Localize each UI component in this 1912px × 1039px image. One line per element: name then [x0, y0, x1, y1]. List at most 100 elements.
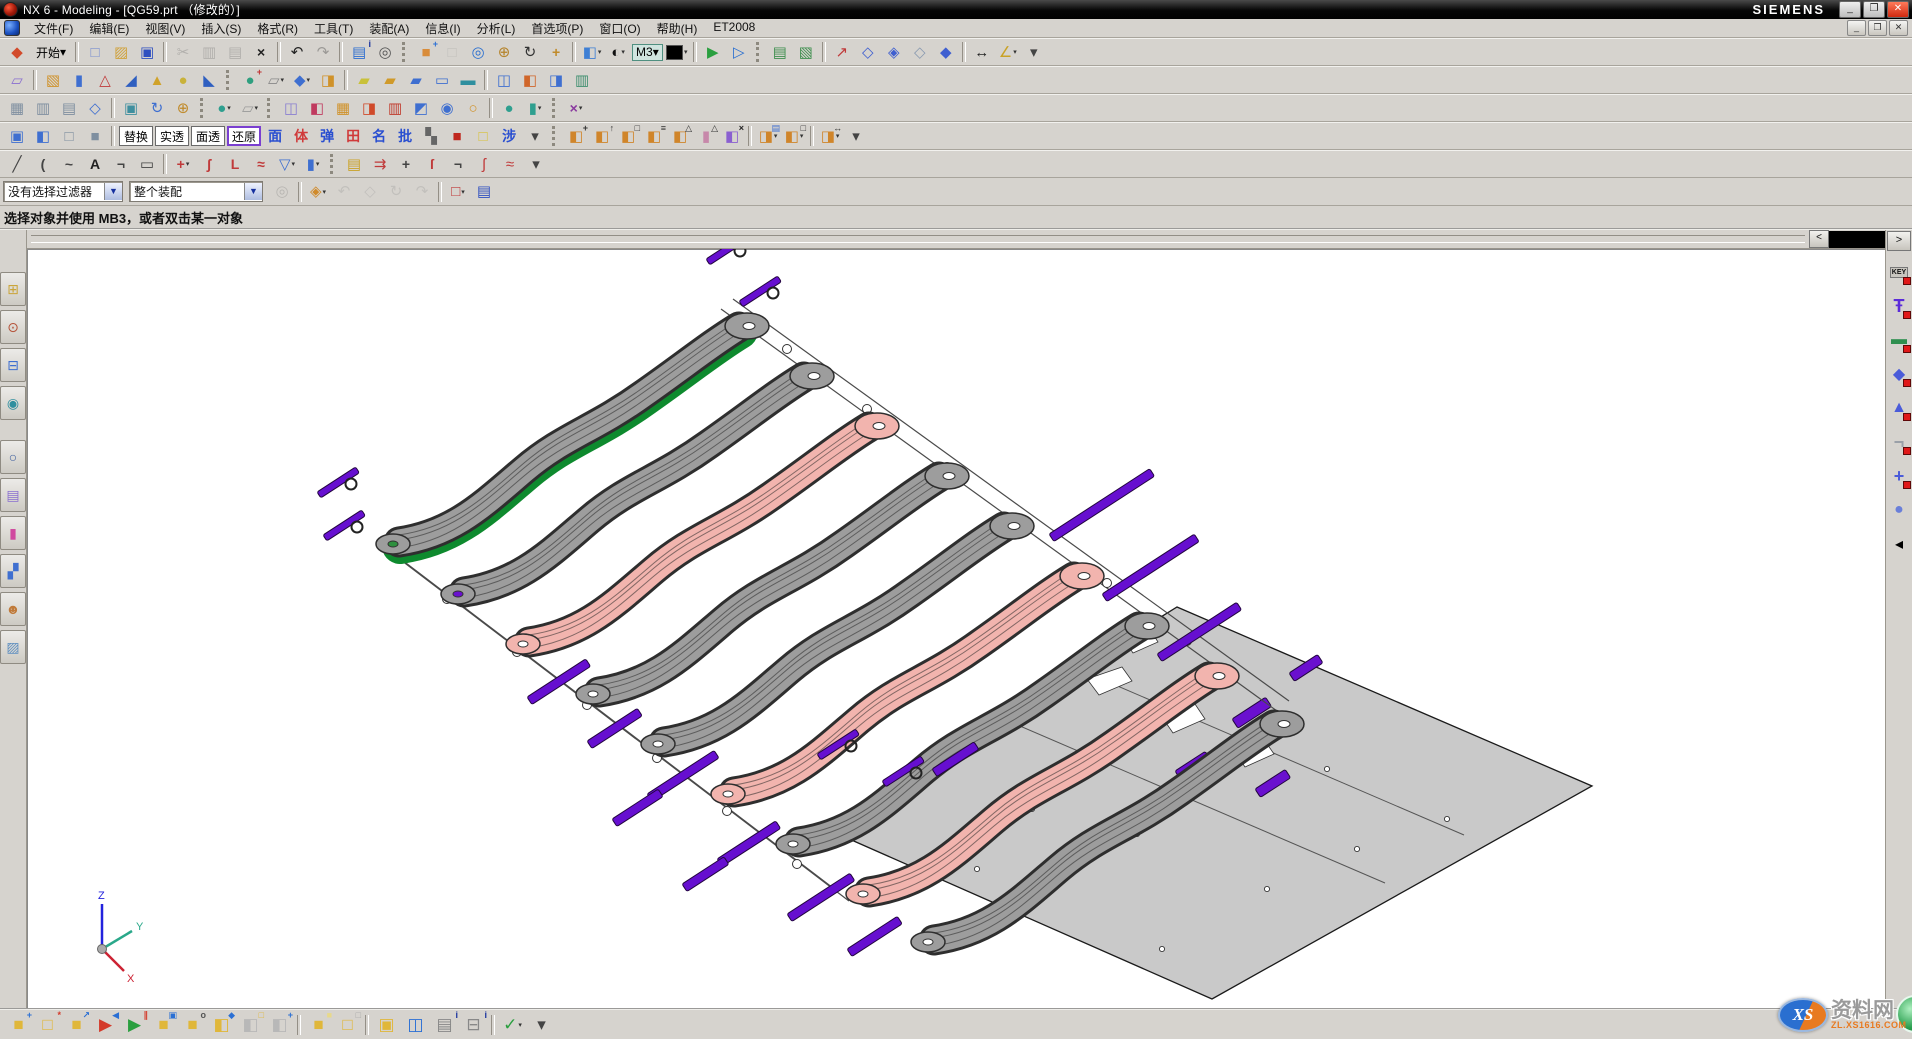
search-icon[interactable]: ◎ — [372, 40, 398, 64]
new-file-icon[interactable]: □ — [82, 40, 108, 64]
menu-item-8[interactable]: 信息(I) — [417, 18, 468, 39]
selection-filter-combo[interactable]: 没有选择过滤器 ▼ — [3, 181, 123, 202]
snap-point-icon[interactable]: ◈▾ — [305, 180, 331, 204]
bounded-plane-icon[interactable]: ▭ — [429, 68, 455, 92]
toolbar-grip[interactable] — [330, 154, 337, 174]
menu-item-2[interactable]: 编辑(E) — [81, 18, 137, 39]
fit-all-icon[interactable]: ⊕ — [170, 96, 196, 120]
open-file-icon[interactable]: ▨ — [108, 40, 134, 64]
reuse-bolt-item[interactable]: Ŧ — [1888, 293, 1911, 319]
wcs-origin-icon[interactable]: ◇ — [907, 40, 933, 64]
formed-purple-patch[interactable] — [612, 789, 663, 827]
measure-angle-icon[interactable]: ∠▾ — [995, 40, 1021, 64]
layer-settings-icon[interactable]: ▤ — [767, 40, 793, 64]
close-button[interactable]: ✕ — [1887, 1, 1909, 18]
menu-item-1[interactable]: 文件(F) — [26, 18, 81, 39]
project-curve-icon[interactable]: ▽▾ — [274, 152, 300, 176]
formed-purple-patch[interactable] — [682, 857, 729, 892]
spline-icon[interactable]: ~ — [56, 152, 82, 176]
grid-char-icon[interactable]: 田 — [340, 124, 366, 148]
roles-tab[interactable]: ☻ — [0, 592, 26, 626]
boxed-component-icon[interactable]: ◫ — [401, 1011, 430, 1038]
selection-scope-dropdown-icon[interactable]: ▼ — [244, 183, 262, 200]
new-component-icon[interactable]: □* — [33, 1011, 62, 1038]
delete-icon[interactable]: × — [248, 40, 274, 64]
wave-link-icon[interactable]: ◧≡ — [641, 124, 667, 148]
toolbar-grip[interactable] — [756, 42, 763, 62]
menu-item-6[interactable]: 工具(T) — [306, 18, 361, 39]
undo-icon[interactable]: ↶ — [284, 40, 310, 64]
measure-dim-icon[interactable]: ◨↔▾ — [817, 124, 843, 148]
arc-icon[interactable]: ( — [30, 152, 56, 176]
snap-rotate-icon[interactable]: ↻ — [383, 180, 409, 204]
swept-volume-icon[interactable]: ● — [496, 96, 522, 120]
edit-object-display-icon[interactable]: ▣ — [4, 124, 30, 148]
exploded-view-icon[interactable]: ▣ — [372, 1011, 401, 1038]
selection-scope-combo[interactable]: 整个装配 ▼ — [129, 181, 263, 202]
formed-purple-patch[interactable] — [1049, 469, 1155, 542]
datum-csys-icon[interactable]: ◆▾ — [289, 68, 315, 92]
xform-icon[interactable]: ×▾ — [563, 96, 589, 120]
wcs-set-icon[interactable]: ◆ — [933, 40, 959, 64]
row5-end-chevron[interactable]: ▾ — [523, 152, 549, 176]
wcs-rotate-icon[interactable]: ◈ — [881, 40, 907, 64]
cone-icon[interactable]: △ — [92, 68, 118, 92]
palette-scroll-right-button[interactable]: > — [1887, 231, 1911, 251]
point-plus-icon[interactable]: +▾ — [170, 152, 196, 176]
snap-move-icon[interactable]: ↷ — [409, 180, 435, 204]
selection-filter-dropdown-icon[interactable]: ▼ — [104, 183, 122, 200]
datum-plane-grid-icon[interactable]: ▱▾ — [237, 96, 263, 120]
update-display-icon[interactable]: ◇ — [82, 96, 108, 120]
reuse-bracket-item[interactable]: ▲ — [1888, 395, 1911, 421]
formed-purple-patch[interactable] — [717, 821, 781, 867]
bottom-more-chevron[interactable]: ▾ — [527, 1011, 556, 1038]
toolbar-grip[interactable] — [226, 70, 233, 90]
formed-purple-patch[interactable] — [1102, 534, 1199, 601]
interference-char-icon[interactable]: 涉 — [496, 124, 522, 148]
graphics-viewport[interactable]: Z Y X — [27, 249, 1885, 1008]
system-materials-tab[interactable]: ▤ — [0, 478, 26, 512]
mirror-assembly-icon[interactable]: ▶◀ — [91, 1011, 120, 1038]
palette-collapse-button[interactable]: ◂ — [1888, 531, 1911, 557]
object-color-swatch[interactable]: ▾ — [664, 40, 690, 64]
toolbar-grip[interactable] — [267, 98, 274, 118]
batch-char-icon[interactable]: 批 — [392, 124, 418, 148]
body-char-icon[interactable]: 体 — [288, 124, 314, 148]
point-set-icon[interactable]: ●▾ — [211, 96, 237, 120]
fillet-curve-icon[interactable]: ʃ — [196, 152, 222, 176]
pan-view-icon[interactable]: + — [543, 40, 569, 64]
wave-copy-icon[interactable]: ◧□ — [615, 124, 641, 148]
line-icon[interactable]: ╱ — [4, 152, 30, 176]
measure-distance-icon[interactable]: ↔ — [969, 40, 995, 64]
find-object-icon[interactable]: ◎ — [269, 180, 295, 204]
swept-icon[interactable]: ▰ — [403, 68, 429, 92]
copy-object-icon[interactable]: ◨▤▾ — [755, 124, 781, 148]
face-transparent-button[interactable]: 面透 — [191, 126, 225, 146]
text-icon[interactable]: A — [82, 152, 108, 176]
save-icon[interactable]: ▣ — [134, 40, 160, 64]
part-navigator-tab[interactable]: ⊟ — [0, 348, 26, 382]
nx-taskbar-icon[interactable]: ◆ — [4, 40, 30, 64]
wave-cyl-warn-icon[interactable]: ▮△ — [693, 124, 719, 148]
assembly-navigator-tab[interactable]: ⊞ — [0, 272, 26, 306]
cylinder-icon[interactable]: ▮ — [66, 68, 92, 92]
key-edit-icon[interactable]: ▤ — [341, 152, 367, 176]
open-component-icon[interactable]: ■↗ — [62, 1011, 91, 1038]
split-body-icon[interactable]: ▥ — [382, 96, 408, 120]
offset-curve-icon[interactable]: ≈ — [248, 152, 274, 176]
restore-button[interactable]: 还原 — [227, 126, 261, 146]
toolbar-grip[interactable] — [552, 98, 559, 118]
display-mode-icon[interactable]: ◐▾ — [605, 40, 631, 64]
show-hide-icon[interactable]: ▶ — [700, 40, 726, 64]
fit-view-icon[interactable]: ■+ — [413, 40, 439, 64]
selection-rect-icon[interactable]: □▾ — [445, 180, 471, 204]
thicken-icon[interactable]: ▬ — [455, 68, 481, 92]
section-curve-icon[interactable]: ▮▾ — [300, 152, 326, 176]
corner-curve-icon[interactable]: ¬ — [445, 152, 471, 176]
cross-curve-icon[interactable]: + — [393, 152, 419, 176]
formed-purple-patch[interactable] — [587, 708, 642, 748]
wcs-orient-icon[interactable]: ↗ — [829, 40, 855, 64]
through-curves-icon[interactable]: ▰ — [377, 68, 403, 92]
menu-item-9[interactable]: 分析(L) — [469, 18, 524, 39]
refresh-icon[interactable]: ↻ — [144, 96, 170, 120]
